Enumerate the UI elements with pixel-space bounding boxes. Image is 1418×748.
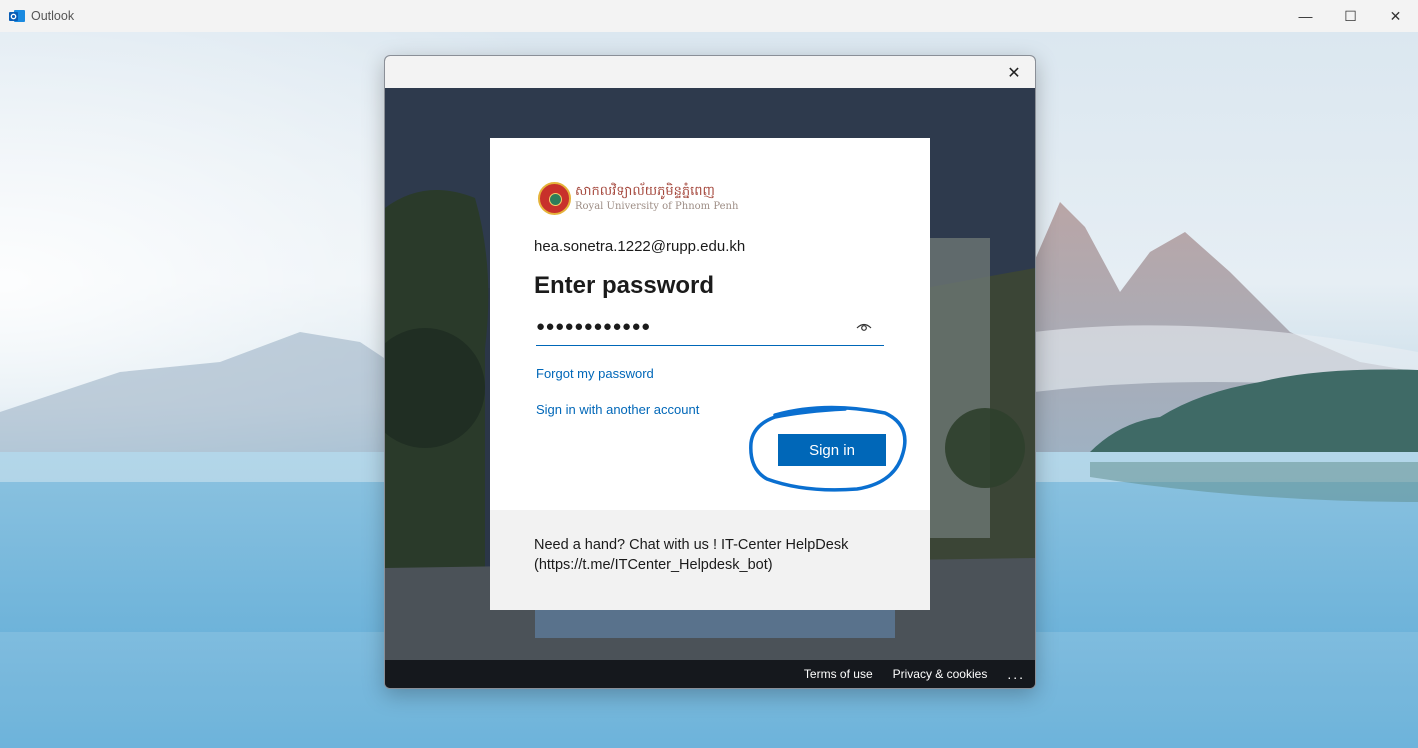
- app-titlebar: Outlook — ☐ ✕: [0, 0, 1418, 32]
- dialog-close-button[interactable]: ✕: [1003, 62, 1025, 84]
- sign-in-dialog: ✕ សាកលវិទ្យាល័យភូមិន្ទភ្នំពេញ Royal Univ…: [384, 55, 1036, 689]
- university-logo: សាកលវិទ្យាល័យភូមិន្ទភ្នំពេញ Royal Univer…: [538, 182, 738, 215]
- dialog-titlebar: ✕: [385, 56, 1035, 88]
- close-button[interactable]: ✕: [1373, 0, 1418, 32]
- annotation-circle: [749, 405, 907, 492]
- app-title: Outlook: [31, 9, 75, 23]
- password-value: ●●●●●●●●●●●●: [536, 318, 651, 335]
- minimize-button[interactable]: —: [1283, 0, 1328, 32]
- help-text: Need a hand? Chat with us ! IT-Center He…: [534, 537, 849, 573]
- logo-khmer-text: សាកលវិទ្យាល័យភូមិន្ទភ្នំពេញ: [575, 183, 715, 199]
- password-field[interactable]: ●●●●●●●●●●●●: [536, 315, 884, 346]
- help-panel: Need a hand? Chat with us ! IT-Center He…: [490, 510, 930, 610]
- logo-text: សាកលវិទ្យាល័យភូមិន្ទភ្នំពេញ Royal Univer…: [575, 183, 739, 213]
- university-seal-icon: [538, 182, 571, 215]
- privacy-link[interactable]: Privacy & cookies: [893, 667, 988, 681]
- logo-english-text: Royal University of Phnom Penh: [575, 201, 739, 213]
- page-title: Enter password: [534, 272, 715, 299]
- more-options-button[interactable]: ...: [1007, 666, 1025, 682]
- eye-icon[interactable]: [856, 321, 872, 333]
- maximize-button[interactable]: ☐: [1328, 0, 1373, 32]
- another-account-link[interactable]: Sign in with another account: [536, 402, 699, 417]
- window-controls: — ☐ ✕: [1283, 0, 1418, 32]
- account-email: hea.sonetra.1222@rupp.edu.kh: [534, 238, 746, 255]
- dialog-footer: Terms of use Privacy & cookies ...: [385, 660, 1035, 688]
- close-icon: ✕: [1007, 65, 1021, 82]
- forgot-password-link[interactable]: Forgot my password: [536, 366, 654, 381]
- terms-link[interactable]: Terms of use: [804, 667, 873, 681]
- outlook-icon: [9, 10, 25, 22]
- sign-in-card: សាកលវិទ្យាល័យភូមិន្ទភ្នំពេញ Royal Univer…: [490, 138, 930, 610]
